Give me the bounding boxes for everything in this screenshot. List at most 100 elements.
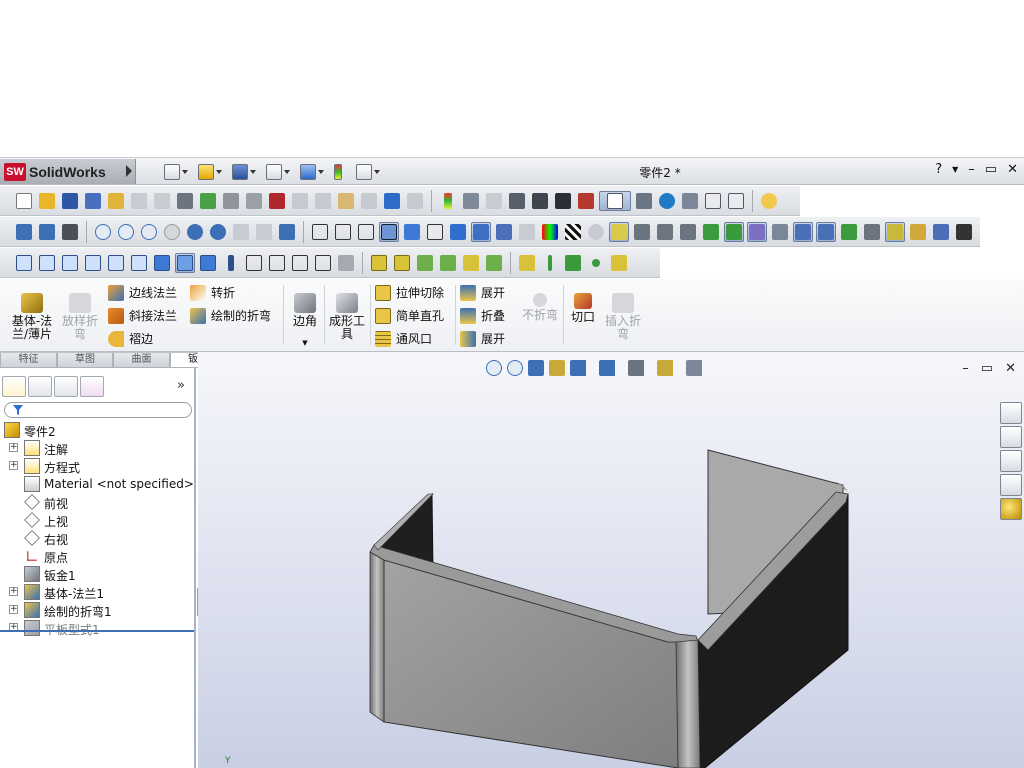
redo-button[interactable]	[405, 191, 425, 211]
trimetric-view-button[interactable]	[175, 252, 195, 273]
print-button[interactable]	[266, 162, 296, 181]
unfold-button[interactable]: 展开	[460, 284, 505, 301]
zoom-inout-button[interactable]	[139, 222, 159, 242]
front-view-button[interactable]	[14, 253, 34, 273]
hidden-lines-removed-button[interactable]	[356, 222, 376, 242]
lofted-bend-button[interactable]: 放样折 弯	[58, 293, 102, 341]
base-flange-button[interactable]: 基体-法 兰/薄片	[6, 293, 58, 341]
tree-item[interactable]: + 绘制的折弯1	[0, 601, 196, 619]
options-button[interactable]	[356, 162, 386, 181]
normal-to-button[interactable]	[221, 253, 241, 273]
chevron-down-icon[interactable]	[216, 169, 222, 174]
rotate-button[interactable]	[185, 222, 205, 242]
dimetric-view-button[interactable]	[198, 253, 218, 273]
open-button[interactable]	[37, 191, 57, 211]
close-button[interactable]: ✕	[1007, 162, 1018, 177]
undo-button[interactable]	[382, 191, 402, 211]
rollback-bar[interactable]	[0, 630, 194, 632]
sheet-metal-2-button[interactable]	[392, 253, 412, 273]
chevron-down-icon[interactable]	[318, 169, 324, 174]
sketch-button[interactable]	[14, 222, 34, 242]
hide-show-coords-button[interactable]	[701, 222, 721, 242]
zebra-stripes-button[interactable]	[563, 222, 583, 242]
expand-icon[interactable]: +	[9, 443, 18, 452]
appearances-icon[interactable]	[1000, 498, 1022, 520]
sketch-tool-2-button[interactable]	[540, 253, 560, 273]
make-assembly-button[interactable]	[106, 191, 126, 211]
design-library-icon[interactable]	[1000, 426, 1022, 448]
sheet-metal-part[interactable]	[198, 352, 1024, 768]
tree-item[interactable]: + 基体-法兰1	[0, 583, 196, 601]
paste-button[interactable]	[336, 191, 356, 211]
minimize-button[interactable]: –	[968, 162, 975, 177]
hide-show-points-button[interactable]	[770, 222, 790, 242]
left-view-button[interactable]	[60, 253, 80, 273]
top-view-button[interactable]	[106, 253, 126, 273]
two-view-vertical-button[interactable]	[290, 253, 310, 273]
tree-item[interactable]: + 注解	[0, 439, 196, 457]
camera-button[interactable]	[553, 191, 573, 211]
chevron-down-icon[interactable]	[284, 169, 290, 174]
right-view-button[interactable]	[83, 253, 103, 273]
zoom-selection-button[interactable]	[162, 222, 182, 242]
rebuild-button[interactable]	[438, 191, 458, 211]
disabled-button[interactable]	[152, 191, 172, 211]
back-view-button[interactable]	[37, 253, 57, 273]
properties-button[interactable]	[175, 191, 195, 211]
print-preview-button[interactable]	[244, 191, 264, 211]
tile-vertical-button[interactable]	[703, 191, 723, 211]
bottom-view-button[interactable]	[129, 253, 149, 273]
four-view-button[interactable]	[313, 253, 333, 273]
file-properties-button[interactable]	[461, 191, 481, 211]
tree-item[interactable]: 上视	[0, 511, 196, 529]
chevron-down-icon[interactable]	[250, 169, 256, 174]
section-view-button[interactable]	[494, 222, 514, 242]
tab-configuration-manager[interactable]	[54, 376, 78, 397]
hide-show-dims-button[interactable]	[793, 221, 813, 242]
filter-button[interactable]	[634, 191, 654, 211]
no-bends-button[interactable]: 不折弯	[520, 293, 560, 322]
disabled-button[interactable]	[484, 191, 504, 211]
disabled-button[interactable]	[254, 222, 274, 242]
hide-show-lights-button[interactable]	[862, 222, 882, 242]
tab-property-manager[interactable]	[28, 376, 52, 397]
new-button[interactable]	[164, 162, 194, 181]
chevron-down-icon[interactable]	[374, 169, 380, 174]
tree-item[interactable]: 原点	[0, 547, 196, 565]
publish-button[interactable]	[198, 191, 218, 211]
tab-2[interactable]: 曲面	[113, 353, 170, 368]
disabled-button[interactable]	[517, 222, 537, 242]
tree-item[interactable]: 前视	[0, 493, 196, 511]
home-icon[interactable]	[1000, 402, 1022, 424]
sketch-tool-4-button[interactable]	[586, 253, 606, 273]
grid-button[interactable]	[507, 191, 527, 211]
sheet-metal-1-button[interactable]	[369, 253, 389, 273]
save-button[interactable]	[232, 162, 262, 181]
chevron-down-icon[interactable]: ▼	[952, 165, 958, 174]
hide-show-origins-button[interactable]	[678, 222, 698, 242]
hide-show-live-section-button[interactable]	[908, 222, 928, 242]
vent-button[interactable]: 通风口	[375, 330, 432, 347]
wireframe-button[interactable]	[310, 222, 330, 242]
view-palette-icon[interactable]	[1000, 474, 1022, 496]
link-views-button[interactable]	[336, 253, 356, 273]
simple-hole-button[interactable]: 简单直孔	[375, 307, 444, 324]
help-button[interactable]	[759, 191, 779, 211]
expand-icon[interactable]: +	[9, 461, 18, 470]
tree-item[interactable]: 钣金1	[0, 565, 196, 583]
undo-button[interactable]	[300, 162, 330, 181]
tab-dimxpert-manager[interactable]	[80, 376, 104, 397]
sheet-metal-6-button[interactable]	[484, 253, 504, 273]
tab-feature-tree[interactable]	[2, 376, 26, 397]
corner-button[interactable]: 边角 ▼	[288, 293, 322, 350]
expand-icon[interactable]: +	[9, 587, 18, 596]
tree-item[interactable]: +平板型式1	[0, 619, 196, 637]
sketch-tool-5-button[interactable]	[609, 253, 629, 273]
hide-show-weld-button[interactable]	[885, 221, 905, 242]
tab-0[interactable]: 特征	[0, 353, 57, 368]
hide-show-temp-axes-button[interactable]	[655, 222, 675, 242]
cut-button[interactable]	[290, 191, 310, 211]
expand-icon[interactable]: +	[9, 605, 18, 614]
hide-show-parts-button[interactable]	[839, 222, 859, 242]
two-view-horizontal-button[interactable]	[267, 253, 287, 273]
